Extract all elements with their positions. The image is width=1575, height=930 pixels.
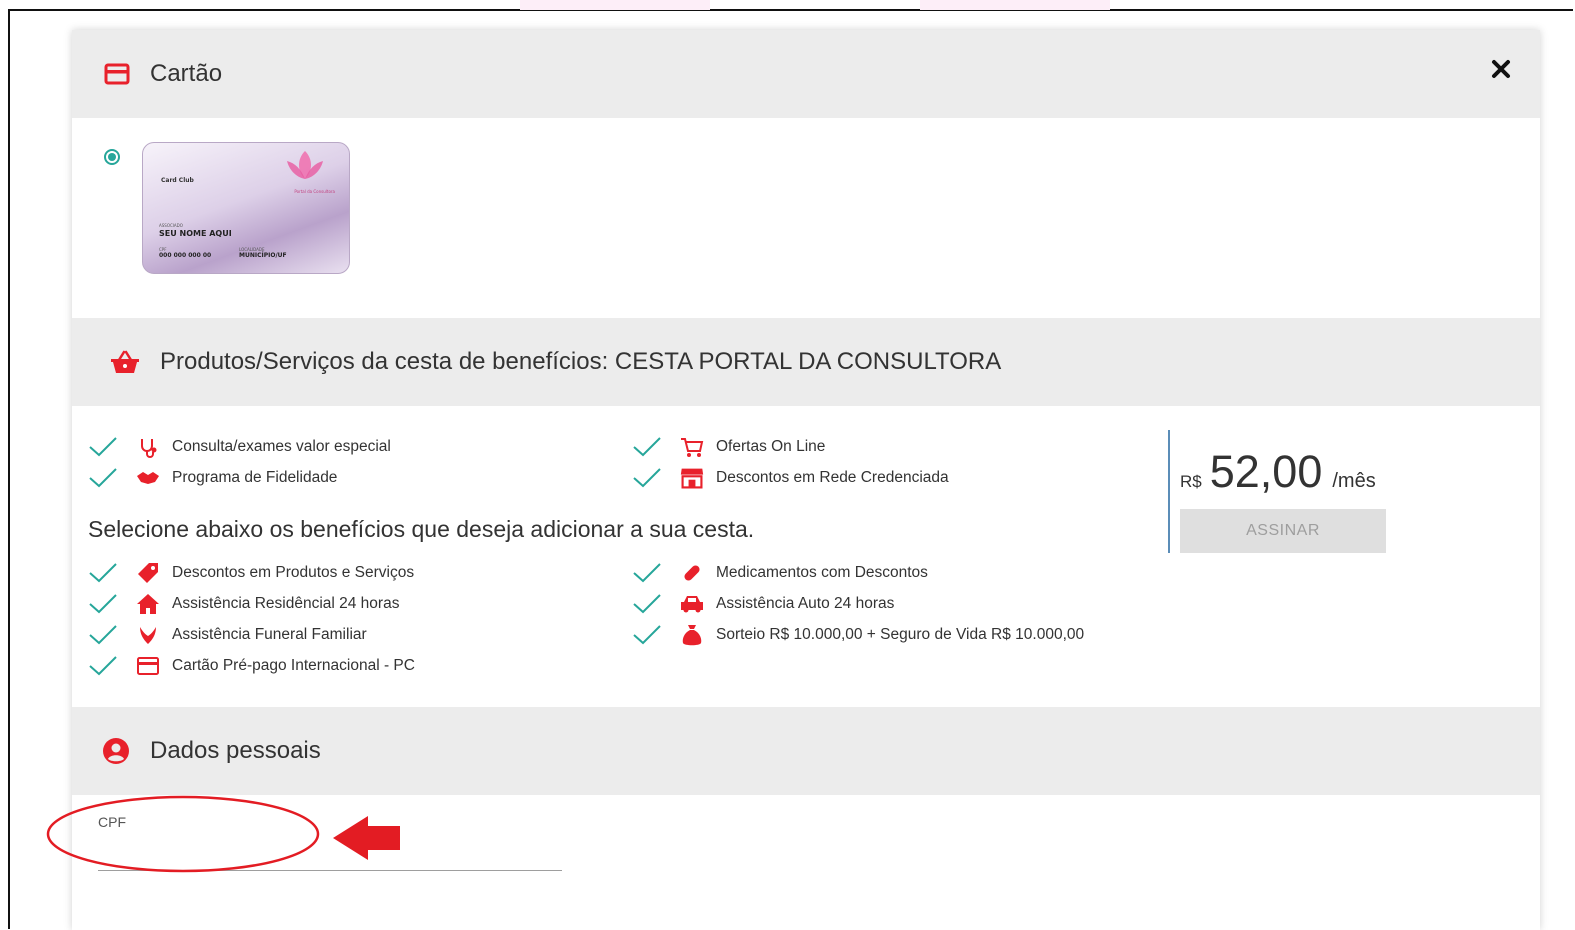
check-icon[interactable] bbox=[88, 591, 118, 617]
benefit-item: Consulta/exames valor especial bbox=[88, 434, 391, 460]
benefit-label: Descontos em Produtos e Serviços bbox=[172, 564, 415, 581]
check-icon[interactable] bbox=[88, 622, 118, 648]
cpf-input[interactable] bbox=[98, 830, 562, 871]
cpf-label: CPF bbox=[98, 814, 126, 830]
card-modal: Cartão Portal da Consultora Card Club AS… bbox=[72, 30, 1540, 930]
card-assoc-label: ASSOCIADO bbox=[159, 223, 183, 228]
check-icon[interactable] bbox=[632, 591, 662, 617]
wreath-icon bbox=[136, 623, 160, 647]
check-icon bbox=[632, 465, 662, 491]
personal-section-header: Dados pessoais bbox=[72, 707, 1540, 795]
subscribe-button[interactable]: ASSINAR bbox=[1180, 509, 1386, 553]
check-icon[interactable] bbox=[632, 560, 662, 586]
credit-card-icon bbox=[136, 654, 160, 678]
card-image[interactable]: Portal da Consultora Card Club ASSOCIADO… bbox=[142, 142, 350, 274]
card-brand: Portal da Consultora bbox=[294, 189, 335, 194]
benefit-label: Programa de Fidelidade bbox=[172, 469, 338, 486]
basket-icon bbox=[110, 350, 140, 374]
card-option-radio[interactable] bbox=[104, 149, 120, 165]
card-section-header: Cartão bbox=[72, 30, 1540, 118]
benefit-label: Assistência Auto 24 horas bbox=[716, 595, 895, 612]
benefit-item: Programa de Fidelidade bbox=[88, 465, 337, 491]
benefit-label: Assistência Funeral Familiar bbox=[172, 626, 367, 643]
credit-card-icon bbox=[104, 63, 130, 85]
card-location: MUNICÍPIO/UF bbox=[239, 252, 287, 259]
check-icon[interactable] bbox=[88, 653, 118, 679]
benefit-label: Medicamentos com Descontos bbox=[716, 564, 928, 581]
optional-benefit-item[interactable]: Medicamentos com Descontos bbox=[632, 560, 928, 586]
tag-icon bbox=[136, 561, 160, 585]
card-holder-name: SEU NOME AQUI bbox=[159, 229, 232, 238]
store-icon bbox=[680, 466, 704, 490]
optional-benefit-item[interactable]: Cartão Pré-pago Internacional - PC bbox=[88, 653, 415, 679]
benefit-label: Cartão Pré-pago Internacional - PC bbox=[172, 657, 415, 674]
shopping-cart-icon bbox=[680, 435, 704, 459]
stethoscope-icon bbox=[136, 435, 160, 459]
check-icon[interactable] bbox=[88, 560, 118, 586]
benefit-item: Ofertas On Line bbox=[632, 434, 825, 460]
check-icon bbox=[632, 434, 662, 460]
decorative-strip bbox=[520, 0, 710, 10]
check-icon bbox=[88, 434, 118, 460]
basket-section-header: Produtos/Serviços da cesta de benefícios… bbox=[72, 318, 1540, 406]
basket-section-title: Produtos/Serviços da cesta de benefícios… bbox=[160, 348, 1002, 375]
close-icon[interactable] bbox=[1491, 59, 1511, 79]
user-icon bbox=[102, 737, 130, 765]
money-bag-icon bbox=[680, 623, 704, 647]
lotus-logo-icon bbox=[287, 151, 323, 179]
benefit-label: Sorteio R$ 10.000,00 + Seguro de Vida R$… bbox=[716, 626, 1085, 643]
car-icon bbox=[680, 592, 704, 616]
price-value: 52,00 bbox=[1209, 446, 1323, 497]
optional-benefit-item[interactable]: Assistência Residêncial 24 horas bbox=[88, 591, 399, 617]
check-icon bbox=[88, 465, 118, 491]
card-section-title: Cartão bbox=[150, 60, 223, 87]
optional-benefit-item[interactable]: Descontos em Produtos e Serviços bbox=[88, 560, 414, 586]
benefit-label: Descontos em Rede Credenciada bbox=[716, 469, 949, 486]
price-period: /mês bbox=[1332, 470, 1376, 492]
card-cpf: 000 000 000 00 bbox=[159, 252, 212, 259]
card-club-label: Card Club bbox=[161, 177, 194, 184]
pill-icon bbox=[680, 561, 704, 585]
price-currency: R$ bbox=[1180, 472, 1202, 491]
optional-benefit-item[interactable]: Sorteio R$ 10.000,00 + Seguro de Vida R$… bbox=[632, 622, 1084, 648]
optional-benefit-item[interactable]: Assistência Funeral Familiar bbox=[88, 622, 367, 648]
benefit-item: Descontos em Rede Credenciada bbox=[632, 465, 949, 491]
handshake-icon bbox=[136, 466, 160, 490]
decorative-strip bbox=[920, 0, 1110, 10]
personal-section-title: Dados pessoais bbox=[150, 737, 321, 764]
benefit-label: Assistência Residêncial 24 horas bbox=[172, 595, 400, 612]
check-icon[interactable] bbox=[632, 622, 662, 648]
price-divider bbox=[1168, 430, 1170, 553]
benefit-label: Ofertas On Line bbox=[716, 438, 826, 455]
benefit-label: Consulta/exames valor especial bbox=[172, 438, 391, 455]
select-benefits-prompt: Selecione abaixo os benefícios que desej… bbox=[88, 516, 755, 542]
home-icon bbox=[136, 592, 160, 616]
price-display: R$ 52,00 /mês bbox=[1180, 446, 1376, 498]
optional-benefit-item[interactable]: Assistência Auto 24 horas bbox=[632, 591, 894, 617]
close-button[interactable] bbox=[1488, 56, 1514, 82]
